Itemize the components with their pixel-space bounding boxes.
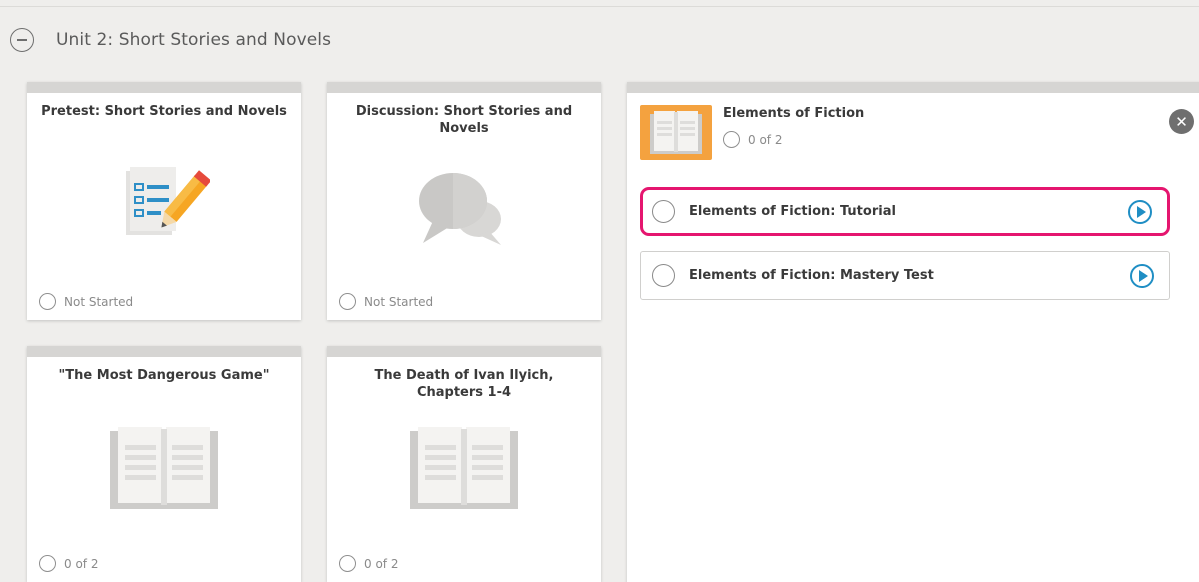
lesson-title: Elements of Fiction bbox=[723, 106, 865, 121]
card-title: Discussion: Short Stories and Novels bbox=[355, 104, 573, 136]
lesson-card-discussion[interactable]: Discussion: Short Stories and Novels Not… bbox=[327, 82, 601, 320]
activity-item-mastery-test[interactable]: Elements of Fiction: Mastery Test bbox=[640, 251, 1170, 300]
card-status: 0 of 2 bbox=[339, 555, 398, 572]
card-title: The Death of Ivan Ilyich, Chapters 1-4 bbox=[374, 368, 554, 400]
progress-ring-icon bbox=[723, 131, 740, 148]
card-status-text: 0 of 2 bbox=[64, 556, 99, 571]
card-status-text: Not Started bbox=[364, 294, 434, 309]
card-title: "The Most Dangerous Game" bbox=[58, 368, 270, 383]
activity-status-ring-icon bbox=[652, 200, 675, 223]
discussion-bubbles-icon bbox=[419, 173, 501, 245]
card-status-text: Not Started bbox=[64, 294, 134, 309]
activity-status-ring-icon bbox=[652, 264, 675, 287]
minus-icon bbox=[17, 39, 27, 41]
activity-label: Elements of Fiction: Mastery Test bbox=[689, 268, 934, 283]
pretest-checklist-icon bbox=[126, 167, 210, 235]
unit-header: Unit 2: Short Stories and Novels bbox=[10, 26, 331, 54]
lesson-card-most-dangerous-game[interactable]: "The Most Dangerous Game" 0 of 2 bbox=[27, 346, 301, 582]
activity-item-tutorial[interactable]: Elements of Fiction: Tutorial bbox=[640, 187, 1170, 236]
activity-label: Elements of Fiction: Tutorial bbox=[689, 204, 896, 219]
card-status-text: 0 of 2 bbox=[364, 556, 399, 571]
progress-ring-icon bbox=[339, 293, 356, 310]
play-icon[interactable] bbox=[1130, 263, 1154, 288]
lesson-detail-panel: Elements of Fiction 0 of 2 ✕ Elements of… bbox=[627, 82, 1199, 582]
top-divider bbox=[0, 6, 1199, 7]
lesson-progress-text: 0 of 2 bbox=[748, 132, 783, 147]
play-icon[interactable] bbox=[1128, 199, 1152, 224]
progress-ring-icon bbox=[39, 555, 56, 572]
lesson-card-pretest[interactable]: Pretest: Short Stories and Novels Not St… bbox=[27, 82, 301, 320]
close-icon[interactable]: ✕ bbox=[1169, 109, 1194, 134]
lesson-thumbnail bbox=[640, 105, 712, 160]
lesson-card-death-of-ivan-ilyich[interactable]: The Death of Ivan Ilyich, Chapters 1-4 0… bbox=[327, 346, 601, 582]
book-icon bbox=[650, 110, 702, 154]
card-status: 0 of 2 bbox=[39, 555, 98, 572]
book-icon bbox=[110, 427, 218, 509]
card-status: Not Started bbox=[339, 293, 433, 310]
book-icon bbox=[410, 427, 518, 509]
progress-ring-icon bbox=[39, 293, 56, 310]
lesson-progress: 0 of 2 bbox=[723, 131, 782, 148]
card-title: Pretest: Short Stories and Novels bbox=[41, 104, 287, 119]
collapse-unit-button[interactable] bbox=[10, 28, 34, 52]
card-status: Not Started bbox=[39, 293, 133, 310]
unit-title[interactable]: Unit 2: Short Stories and Novels bbox=[56, 30, 331, 50]
progress-ring-icon bbox=[339, 555, 356, 572]
